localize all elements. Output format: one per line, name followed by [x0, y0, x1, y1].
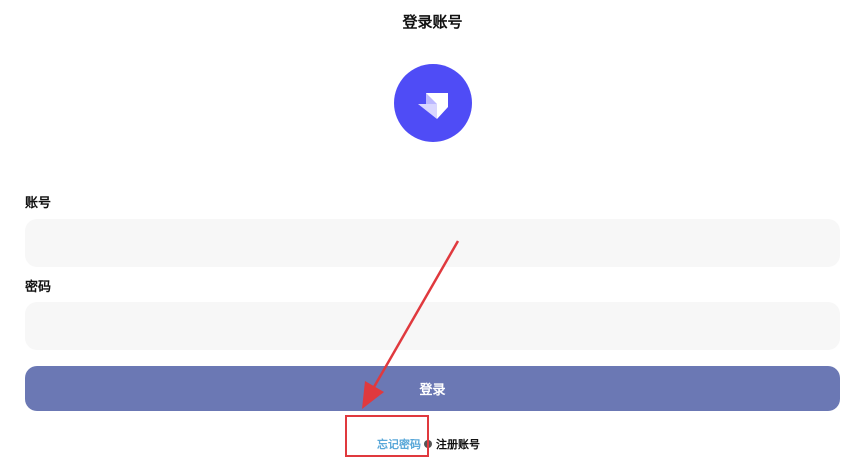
forgot-password-link[interactable]: 忘记密码 [377, 436, 421, 452]
password-input[interactable] [25, 302, 840, 350]
password-label: 密码 [25, 280, 52, 295]
app-logo-icon [394, 64, 472, 142]
account-label: 账号 [25, 196, 52, 211]
separator-dot-icon [424, 440, 432, 448]
auth-links: 忘记密码 注册账号 [377, 434, 480, 454]
login-button[interactable]: 登录 [25, 366, 840, 411]
account-input[interactable] [25, 219, 840, 267]
page-title: 登录账号 [402, 13, 463, 31]
register-link[interactable]: 注册账号 [436, 436, 480, 452]
